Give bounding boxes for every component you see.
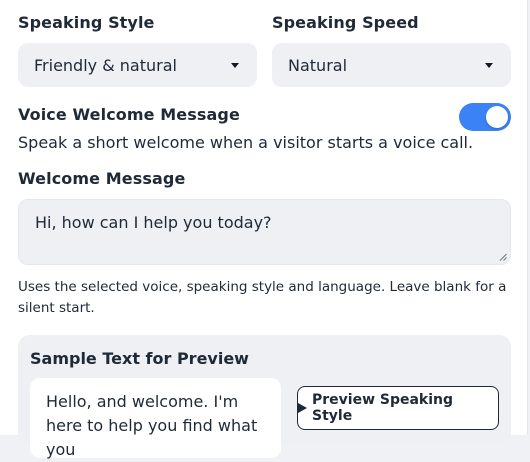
toggle-knob bbox=[486, 106, 508, 128]
speaking-style-label: Speaking Style bbox=[18, 13, 155, 32]
voice-welcome-label: Voice Welcome Message bbox=[18, 105, 240, 124]
preview-button-label: Preview Speaking Style bbox=[312, 392, 454, 424]
speaking-style-value: Friendly & natural bbox=[34, 55, 177, 75]
chevron-down-icon bbox=[485, 62, 493, 68]
welcome-message-label: Welcome Message bbox=[18, 169, 186, 188]
preview-title: Sample Text for Preview bbox=[30, 349, 249, 368]
speaking-style-select[interactable]: Friendly & natural bbox=[18, 43, 257, 87]
preview-speaking-style-button[interactable]: Preview Speaking Style bbox=[297, 386, 499, 430]
settings-panel: Speaking Style Friendly & natural Speaki… bbox=[0, 0, 528, 459]
play-icon bbox=[298, 403, 307, 413]
chevron-down-icon bbox=[231, 62, 239, 68]
welcome-message-textarea[interactable]: Hi, how can I help you today? bbox=[18, 199, 511, 265]
welcome-message-hint: Uses the selected voice, speaking style … bbox=[18, 279, 507, 316]
speaking-speed-value: Natural bbox=[288, 55, 348, 75]
welcome-message-value: Hi, how can I help you today? bbox=[35, 213, 272, 232]
speaking-speed-label: Speaking Speed bbox=[272, 13, 419, 32]
preview-section: Sample Text for Preview Hello, and welco… bbox=[18, 335, 511, 459]
resize-handle-icon[interactable] bbox=[499, 253, 507, 261]
voice-welcome-toggle[interactable] bbox=[459, 103, 511, 131]
sample-text-input[interactable]: Hello, and welcome. I'm here to help you… bbox=[30, 378, 281, 459]
voice-welcome-description: Speak a short welcome when a visitor sta… bbox=[18, 133, 474, 152]
speaking-speed-select[interactable]: Natural bbox=[272, 43, 511, 87]
